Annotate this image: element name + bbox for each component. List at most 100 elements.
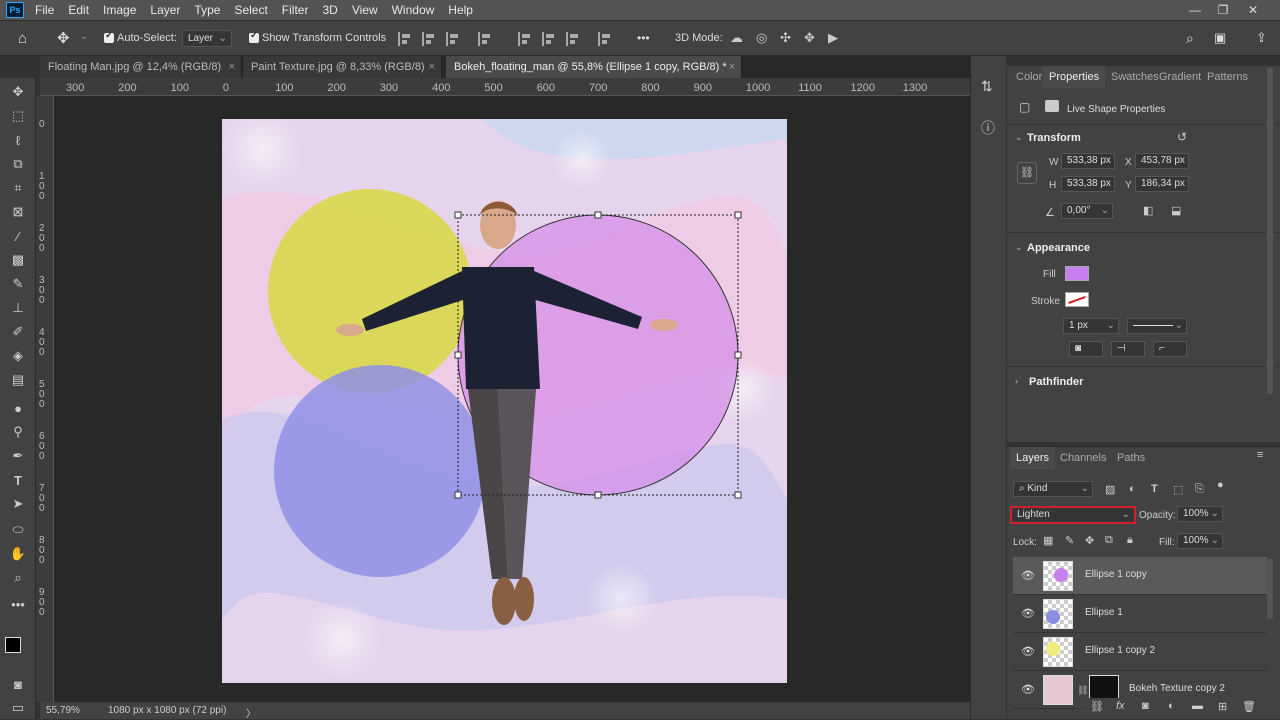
tab-swatches[interactable]: Swatches — [1111, 66, 1159, 88]
lock-pixels-icon[interactable]: ✎ — [1065, 534, 1074, 547]
home-icon[interactable]: ⌂ — [18, 30, 27, 47]
align-bottom-icon[interactable] — [566, 32, 580, 46]
fx-icon[interactable]: fx — [1116, 700, 1125, 712]
stroke-corners-dropdown[interactable]: ⌐ — [1153, 341, 1187, 357]
layers-scrollbar[interactable] — [1267, 559, 1273, 619]
fill-field[interactable]: 100% ⌄ — [1177, 533, 1223, 549]
filter-smart-object-icon[interactable]: ⎘ — [1195, 483, 1204, 496]
lasso-tool-icon[interactable]: ℓ — [8, 130, 28, 150]
stroke-width-field[interactable]: 1 px ⌄ — [1063, 318, 1119, 334]
close-window-icon[interactable]: ✕ — [1238, 0, 1268, 20]
3d-pan-icon[interactable]: ✣ — [780, 30, 791, 46]
chevron-down-icon[interactable]: ⌄ — [1015, 132, 1023, 143]
layer-row[interactable]: 👁︎ Ellipse 1 copy 2 — [1013, 633, 1267, 671]
link-layers-icon[interactable]: ⛓ — [1090, 700, 1104, 713]
menu-image[interactable]: Image — [96, 0, 143, 20]
link-dimensions-icon[interactable]: ⛓ — [1017, 162, 1037, 184]
status-menu-arrow[interactable]: 〉 — [246, 705, 256, 720]
visibility-eye-icon[interactable]: 👁︎ — [1021, 607, 1035, 620]
dodge-tool-icon[interactable]: ⚲ — [8, 422, 28, 442]
close-icon[interactable]: × — [729, 56, 735, 78]
search-icon[interactable]: ⌕ — [1186, 30, 1194, 47]
3d-slide-icon[interactable]: ✥ — [804, 30, 815, 46]
hand-tool-icon[interactable]: ✋ — [8, 544, 28, 564]
more-tools-icon[interactable]: ••• — [8, 594, 28, 614]
y-field[interactable]: 186,34 px — [1135, 176, 1189, 192]
crop-tool-icon[interactable]: ⌗ — [8, 178, 28, 198]
align-middle-icon[interactable] — [542, 32, 556, 46]
stroke-caps-dropdown[interactable]: ⊣ — [1111, 341, 1145, 357]
stroke-color-swatch[interactable] — [1065, 292, 1089, 307]
blur-tool-icon[interactable]: ● — [8, 398, 28, 418]
stroke-align-dropdown[interactable]: ◙ — [1069, 341, 1103, 357]
document-canvas[interactable] — [222, 119, 787, 683]
move-tool-icon[interactable]: ✥ — [57, 29, 70, 47]
visibility-eye-icon[interactable]: 👁︎ — [1021, 569, 1035, 582]
type-tool-icon[interactable]: T — [8, 470, 28, 490]
layer-row[interactable]: 👁︎ Ellipse 1 copy — [1013, 557, 1267, 595]
menu-filter[interactable]: Filter — [275, 0, 316, 20]
share-icon[interactable]: ⇪ — [1256, 30, 1267, 46]
transform-controls-checkbox[interactable] — [249, 30, 259, 46]
workspace-icon[interactable]: ▣ — [1214, 30, 1226, 46]
filter-kind-dropdown[interactable]: ⌕ Kind ⌄ — [1013, 481, 1093, 497]
filter-pixel-icon[interactable]: ▨ — [1105, 483, 1115, 496]
path-select-icon[interactable]: ➤ — [8, 494, 28, 514]
eraser-tool-icon[interactable]: ◈ — [8, 346, 28, 366]
3d-camera-icon[interactable]: ▶ — [828, 30, 838, 46]
info-panel-icon[interactable]: ⓘ — [981, 118, 995, 138]
menu-view[interactable]: View — [345, 0, 385, 20]
menu-layer[interactable]: Layer — [143, 0, 187, 20]
3d-orbit-icon[interactable]: ☁ — [730, 30, 743, 46]
filter-toggle-icon[interactable]: ● — [1217, 479, 1224, 491]
brush-tool-icon[interactable]: ✎ — [8, 274, 28, 294]
ellipse-tool-icon[interactable]: ⬭ — [8, 520, 28, 540]
new-group-icon[interactable]: ▬ — [1192, 700, 1203, 712]
close-icon[interactable]: × — [229, 56, 235, 78]
restore-icon[interactable]: ❐ — [1208, 0, 1238, 20]
panel-menu-icon[interactable]: ≡ — [1257, 449, 1263, 461]
marquee-tool-icon[interactable]: ⬚ — [8, 106, 28, 126]
tab-gradient[interactable]: Gradient — [1159, 66, 1201, 88]
reset-transform-icon[interactable]: ↺ — [1177, 130, 1187, 144]
menu-window[interactable]: Window — [385, 0, 442, 20]
chevron-right-icon[interactable]: › — [1015, 376, 1018, 386]
filter-type-icon[interactable]: T — [1151, 483, 1158, 495]
auto-select-dropdown[interactable]: Layer ⌄ — [182, 30, 232, 47]
distribute-icon[interactable] — [478, 32, 492, 46]
menu-type[interactable]: Type — [187, 0, 227, 20]
properties-scrollbar[interactable] — [1267, 68, 1273, 394]
object-select-tool-icon[interactable]: ⧉ — [8, 154, 28, 174]
height-field[interactable]: 533,38 px — [1061, 176, 1115, 192]
zoom-tool-icon[interactable]: ⌕ — [8, 568, 28, 588]
adjustment-layer-icon[interactable]: ◐ — [1168, 700, 1175, 712]
align-right-icon[interactable] — [446, 32, 460, 46]
lock-position-icon[interactable]: ✥ — [1085, 534, 1094, 547]
distribute-vertical-icon[interactable] — [598, 32, 612, 46]
blend-mode-dropdown[interactable]: Lighten ⌄ — [1010, 506, 1136, 524]
tab-paths[interactable]: Paths — [1117, 447, 1145, 469]
close-icon[interactable]: × — [429, 56, 435, 78]
flip-vertical-icon[interactable]: ⬓ — [1171, 204, 1181, 217]
tab-properties[interactable]: Properties — [1043, 66, 1106, 88]
tab-channels[interactable]: Channels — [1060, 447, 1106, 469]
menu-3d[interactable]: 3D — [315, 0, 344, 20]
trash-icon[interactable]: 🗑︎ — [1242, 700, 1256, 713]
opacity-field[interactable]: 100% ⌄ — [1177, 506, 1223, 522]
new-layer-icon[interactable]: ⊞ — [1218, 700, 1227, 713]
visibility-eye-icon[interactable]: 👁︎ — [1021, 645, 1035, 658]
fill-color-swatch[interactable] — [1065, 266, 1089, 281]
lock-transparent-icon[interactable]: ▦ — [1043, 534, 1053, 547]
more-options-icon[interactable]: ••• — [637, 31, 650, 45]
flip-horizontal-icon[interactable]: ◧ — [1143, 204, 1153, 217]
lock-all-icon[interactable]: 🔒︎ — [1127, 534, 1133, 547]
width-field[interactable]: 533,38 px — [1061, 153, 1115, 169]
minimize-icon[interactable]: — — [1180, 0, 1210, 20]
stroke-type-dropdown[interactable]: ⌄ — [1127, 318, 1187, 334]
chevron-down-icon[interactable]: ⌄ — [1015, 242, 1023, 253]
gradient-tool-icon[interactable]: ▤ — [8, 370, 28, 390]
menu-select[interactable]: Select — [227, 0, 274, 20]
history-brush-icon[interactable]: ✐ — [8, 322, 28, 342]
x-field[interactable]: 453,78 px — [1135, 153, 1189, 169]
history-panel-icon[interactable]: ⇅ — [981, 78, 993, 95]
